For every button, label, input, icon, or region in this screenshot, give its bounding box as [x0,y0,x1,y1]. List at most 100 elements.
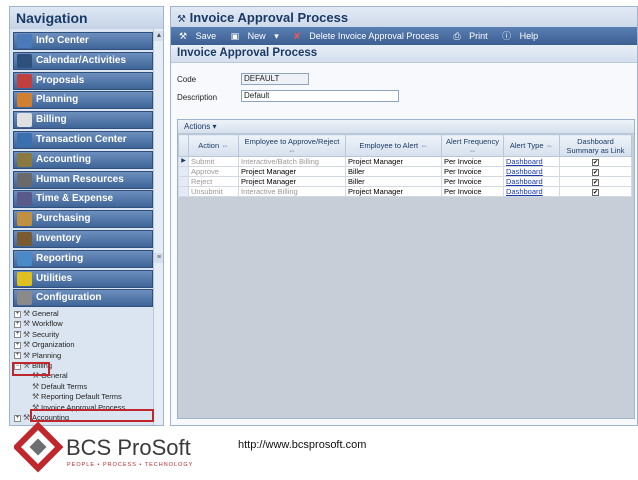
print-button[interactable]: ⎙ Print [453,31,493,41]
tree-item[interactable]: ⚒ Default Terms [32,382,87,392]
dashboard-link[interactable]: Dashboard [506,177,543,186]
sidebar-item-configuration[interactable]: Configuration [13,289,153,308]
checkbox[interactable]: ✔ [592,189,599,196]
info-center-icon [17,34,32,48]
sidebar-item-purchasing[interactable]: Purchasing [13,210,153,229]
tree-item[interactable]: + ⚒ Security [14,330,59,340]
sidebar-item-time-expense[interactable]: Time & Expense [13,190,153,209]
row-selector [178,166,189,177]
new-button[interactable]: ▣ New ▾ [231,31,285,41]
table-row[interactable]: Reject Project Manager Biller Per Invoice Da… [178,176,632,187]
dashboard-link[interactable]: Dashboard [506,187,543,196]
reporting-icon [17,251,32,266]
planning-icon [17,93,32,108]
expand-icon[interactable]: + [14,320,21,328]
tools-icon: ⚒ [23,309,31,318]
column-header-type[interactable]: Alert Type ⇔ [503,134,560,157]
tools-icon: ⚒ [23,340,31,350]
chevron-down-icon: ▾ [274,31,279,41]
cell-approve: Project Manager [238,176,346,187]
accounting-icon [17,152,32,167]
table-row[interactable]: Approve Project Manager Biller Per Invoice D… [178,166,632,177]
dashboard-link[interactable]: Dashboard [506,157,543,166]
tools-icon: ⚒ [32,381,40,391]
tree-item[interactable]: + ⚒ Organization [14,340,75,350]
sidebar-item-accounting[interactable]: Accounting [13,150,153,169]
sidebar-item-label: Utilities [36,272,73,284]
delete-button[interactable]: ✘ Delete Invoice Approval Process [293,31,445,41]
sidebar-item-label: Info Center [36,35,89,46]
navigation-scrollbar[interactable]: ▲ ≡ [153,29,163,425]
sidebar-item-inventory[interactable]: Inventory [13,230,153,248]
bcs-logo-icon: BCS ProSoft PEOPLE • PROCESS • TECHNOLOG… [12,421,192,473]
column-header-alert[interactable]: Employee to Alert ⇔ [345,134,442,157]
sidebar-item-label: Billing [36,114,67,126]
expand-icon[interactable]: + [14,341,21,349]
tree-item-label: Security [32,329,60,339]
page-title: ⚒ Invoice Approval Process [171,7,637,27]
row-selector [178,176,189,187]
sidebar-item-calendar-activities[interactable]: Calendar/Activities [13,51,153,70]
proposals-icon [17,73,32,88]
sidebar-item-transaction-center[interactable]: Transaction Center [13,131,153,149]
tree-item[interactable]: + ⚒ Planning [14,351,61,361]
cell-action: Unsubmit [188,186,239,197]
code-field[interactable]: DEFAULT [241,73,309,85]
sidebar-item-billing[interactable]: Billing [13,111,153,130]
column-header-frequency[interactable]: Alert Frequency ⇔ [441,134,504,157]
utilities-icon [17,271,32,286]
sidebar-item-label: Calendar/Activities [36,54,127,66]
column-menu-icon: ⇔ [288,145,296,155]
sidebar-item-label: Human Resources [36,173,124,185]
column-header-approve[interactable]: Employee to Approve/Reject ⇔ [238,134,346,157]
checkbox[interactable]: ✔ [592,179,599,186]
column-header-action[interactable]: Action ⇔ [188,134,239,157]
sidebar-item-label: Proposals [36,74,85,86]
website-url[interactable]: http://www.bcsprosoft.com [238,439,366,451]
checkbox[interactable]: ✔ [592,159,599,166]
configuration-icon [17,291,32,306]
sidebar-item-human-resources[interactable]: Human Resources [13,170,153,189]
sidebar-item-proposals[interactable]: Proposals [13,71,153,90]
cell-type: Dashboard [503,166,560,177]
expand-icon[interactable]: + [14,310,21,318]
cell-frequency: Per Invoice [441,156,504,167]
cell-frequency: Per Invoice [441,166,504,177]
tools-icon: ⚒ [32,392,40,402]
sidebar-item-reporting[interactable]: Reporting [13,249,153,268]
sidebar-item-info-center[interactable]: Info Center [13,32,153,50]
row-selector: ▶ [178,156,189,167]
expand-icon[interactable]: + [14,331,21,339]
sidebar-item-label: Configuration [36,292,102,304]
sidebar-item-utilities[interactable]: Utilities [13,269,153,288]
tree-item[interactable]: + ⚒ Workflow [14,319,63,329]
sidebar-item-label: Inventory [36,233,82,244]
actions-menu[interactable]: Actions ▾ [178,120,634,134]
tree-item-label: Reporting Default Terms [41,392,122,402]
scroll-grip-icon[interactable]: ≡ [154,253,163,263]
save-button[interactable]: ⚒ Save [179,31,222,41]
column-header-dashboard[interactable]: Dashboard Summary as Link [559,134,632,157]
navigation-title: Navigation [10,7,163,29]
checkbox[interactable]: ✔ [592,169,599,176]
table-row[interactable]: Unsubmit Interactive Billing Project Manag… [178,186,632,197]
row-selector-header [178,134,189,157]
calendar-icon [17,53,32,68]
save-icon: ⚒ [179,31,188,41]
description-field[interactable]: Default [241,90,399,102]
sidebar-item-planning[interactable]: Planning [13,91,153,110]
table-row[interactable]: ▶ Submit Interactive/Batch Billing Project … [178,156,632,167]
cell-alert: Biller [345,166,442,177]
tree-item-label: General [32,309,59,318]
expand-icon[interactable]: + [14,352,21,360]
help-button[interactable]: ⓘ Help [502,31,544,41]
tree-item-label: Default Terms [41,381,88,391]
svg-text:BCS ProSoft: BCS ProSoft [66,435,191,460]
tree-item-label: Organization [32,340,75,350]
dashboard-link[interactable]: Dashboard [506,167,543,176]
tree-item[interactable]: ⚒ Reporting Default Terms [32,392,122,402]
inventory-icon [17,232,32,246]
toolbar: ⚒ Save ▣ New ▾ ✘ Delete Invoice Approval… [171,27,637,45]
tree-item[interactable]: + ⚒ General [14,309,59,319]
scroll-up-icon[interactable]: ▲ [154,31,163,41]
